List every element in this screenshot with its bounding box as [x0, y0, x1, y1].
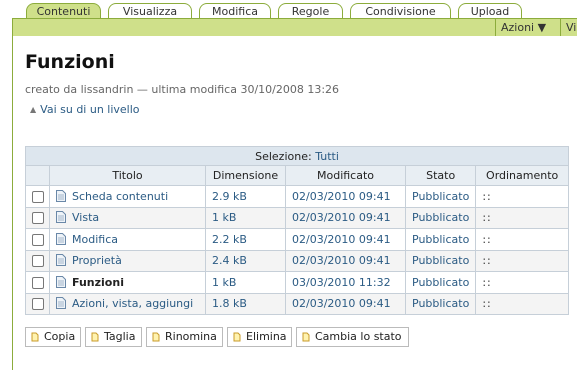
- row-order-handle[interactable]: ::: [475, 271, 569, 294]
- content-border: [12, 36, 13, 370]
- rename-button[interactable]: Rinomina: [146, 327, 223, 347]
- selection-label: Selezione:: [255, 149, 312, 163]
- row-modified: 02/03/2010 09:41: [285, 206, 406, 229]
- table-row: Azioni, vista, aggiungi 1.8 kB 02/03/2010 …: [25, 292, 569, 315]
- row-order-handle[interactable]: ::: [475, 206, 569, 229]
- cut-button[interactable]: Taglia: [85, 327, 142, 347]
- row-order-handle[interactable]: ::: [475, 249, 569, 272]
- copy-button-label: Copia: [44, 330, 76, 343]
- selection-row: Selezione: Tutti: [25, 146, 569, 166]
- row-size: 1 kB: [205, 206, 286, 229]
- row-order-handle[interactable]: ::: [475, 292, 569, 315]
- column-header-title[interactable]: Titolo: [49, 165, 206, 186]
- table-row: Funzioni 1 kB 03/03/2010 11:32 Pubblicato::: [25, 271, 569, 294]
- row-checkbox-cell: [25, 249, 50, 272]
- table-row: Proprietà 2.4 kB 02/03/2010 09:41 Pubblicat…: [25, 249, 569, 272]
- delete-button[interactable]: Elimina: [227, 327, 292, 347]
- row-size: 1 kB: [205, 271, 286, 294]
- row-checkbox-cell: [25, 185, 50, 208]
- row-checkbox-cell: [25, 271, 50, 294]
- actions-bar: Azioni ▼ Vis: [12, 18, 577, 36]
- row-state[interactable]: Pubblicato: [404, 185, 477, 208]
- up-one-level-label: Vai su di un livello: [40, 103, 140, 116]
- change-state-button-label: Cambia lo stato: [315, 330, 402, 343]
- row-checkbox[interactable]: [31, 298, 44, 311]
- row-title-link[interactable]: Azioni, vista, aggiungi: [72, 297, 193, 310]
- up-one-level-link[interactable]: ▲ Vai su di un livello: [30, 103, 140, 116]
- column-header-order[interactable]: Ordinamento: [475, 165, 569, 186]
- page-title: Funzioni: [25, 51, 115, 73]
- cut-icon: [91, 332, 99, 342]
- table-row: Scheda contenuti 2.9 kB 02/03/2010 09:41 Pu…: [25, 185, 569, 208]
- row-title-link[interactable]: Scheda contenuti: [72, 190, 168, 203]
- row-title-cell: Vista: [49, 206, 206, 229]
- document-byline: creato da lissandrin — ultima modifica 3…: [25, 83, 340, 96]
- row-state[interactable]: Pubblicato: [404, 271, 477, 294]
- row-title-cell: Proprietà: [49, 249, 206, 272]
- row-size: 2.4 kB: [205, 249, 286, 272]
- row-modified: 03/03/2010 11:32: [285, 271, 406, 294]
- change-state-icon: [302, 332, 310, 342]
- row-checkbox-cell: [25, 206, 50, 229]
- row-checkbox[interactable]: [31, 276, 44, 289]
- row-checkbox[interactable]: [31, 233, 44, 246]
- document-icon: [56, 232, 66, 245]
- row-modified: 02/03/2010 09:41: [285, 228, 406, 251]
- rename-button-label: Rinomina: [165, 330, 217, 343]
- change-state-button[interactable]: Cambia lo stato: [296, 327, 409, 347]
- row-title-cell: Modifica: [49, 228, 206, 251]
- row-modified: 02/03/2010 09:41: [285, 292, 406, 315]
- row-checkbox[interactable]: [31, 190, 44, 203]
- row-title-cell: Funzioni: [49, 271, 206, 294]
- row-state[interactable]: Pubblicato: [404, 228, 477, 251]
- row-checkbox-cell: [25, 292, 50, 315]
- document-icon: [56, 254, 66, 267]
- copy-button[interactable]: Copia: [25, 327, 81, 347]
- row-size: 2.2 kB: [205, 228, 286, 251]
- row-modified: 02/03/2010 09:41: [285, 185, 406, 208]
- column-header-size[interactable]: Dimensione: [205, 165, 286, 186]
- checkbox-column-header: [25, 165, 50, 186]
- column-header-modified[interactable]: Modificato: [285, 165, 406, 186]
- document-icon: [56, 275, 66, 288]
- select-all-link[interactable]: Tutti: [315, 150, 339, 163]
- table-row: Modifica 2.2 kB 02/03/2010 09:41 Pubblicato…: [25, 228, 569, 251]
- row-title-link[interactable]: Vista: [72, 211, 99, 224]
- document-icon: [56, 211, 66, 224]
- row-order-handle[interactable]: ::: [475, 228, 569, 251]
- row-size: 1.8 kB: [205, 292, 286, 315]
- row-state[interactable]: Pubblicato: [404, 249, 477, 272]
- document-icon: [56, 297, 66, 310]
- actions-menu[interactable]: Azioni ▼: [495, 19, 551, 36]
- row-title-link[interactable]: Proprietà: [72, 254, 122, 267]
- row-title-link[interactable]: Funzioni: [72, 276, 124, 289]
- delete-icon: [233, 332, 241, 342]
- content-tabs: Contenuti Visualizza Modifica Regole Con…: [0, 0, 577, 20]
- up-arrow-icon: ▲: [30, 105, 37, 114]
- document-icon: [56, 189, 66, 202]
- row-checkbox-cell: [25, 228, 50, 251]
- delete-button-label: Elimina: [246, 330, 287, 343]
- view-menu[interactable]: Vis: [560, 19, 577, 36]
- table-row: Vista 1 kB 02/03/2010 09:41 Pubblicato::: [25, 206, 569, 229]
- column-header-state[interactable]: Stato: [404, 165, 477, 186]
- row-order-handle[interactable]: ::: [475, 185, 569, 208]
- folder-contents-table: Selezione: Tutti Titolo Dimensione Modif…: [25, 146, 569, 315]
- row-title-link[interactable]: Modifica: [72, 233, 118, 246]
- row-title-cell: Scheda contenuti: [49, 185, 206, 208]
- rename-icon: [152, 332, 160, 342]
- row-modified: 02/03/2010 09:41: [285, 249, 406, 272]
- row-state[interactable]: Pubblicato: [404, 206, 477, 229]
- cut-button-label: Taglia: [104, 330, 136, 343]
- row-checkbox[interactable]: [31, 255, 44, 268]
- row-checkbox[interactable]: [31, 212, 44, 225]
- row-state[interactable]: Pubblicato: [404, 292, 477, 315]
- row-size: 2.9 kB: [205, 185, 286, 208]
- row-title-cell: Azioni, vista, aggiungi: [49, 292, 206, 315]
- copy-icon: [31, 332, 39, 342]
